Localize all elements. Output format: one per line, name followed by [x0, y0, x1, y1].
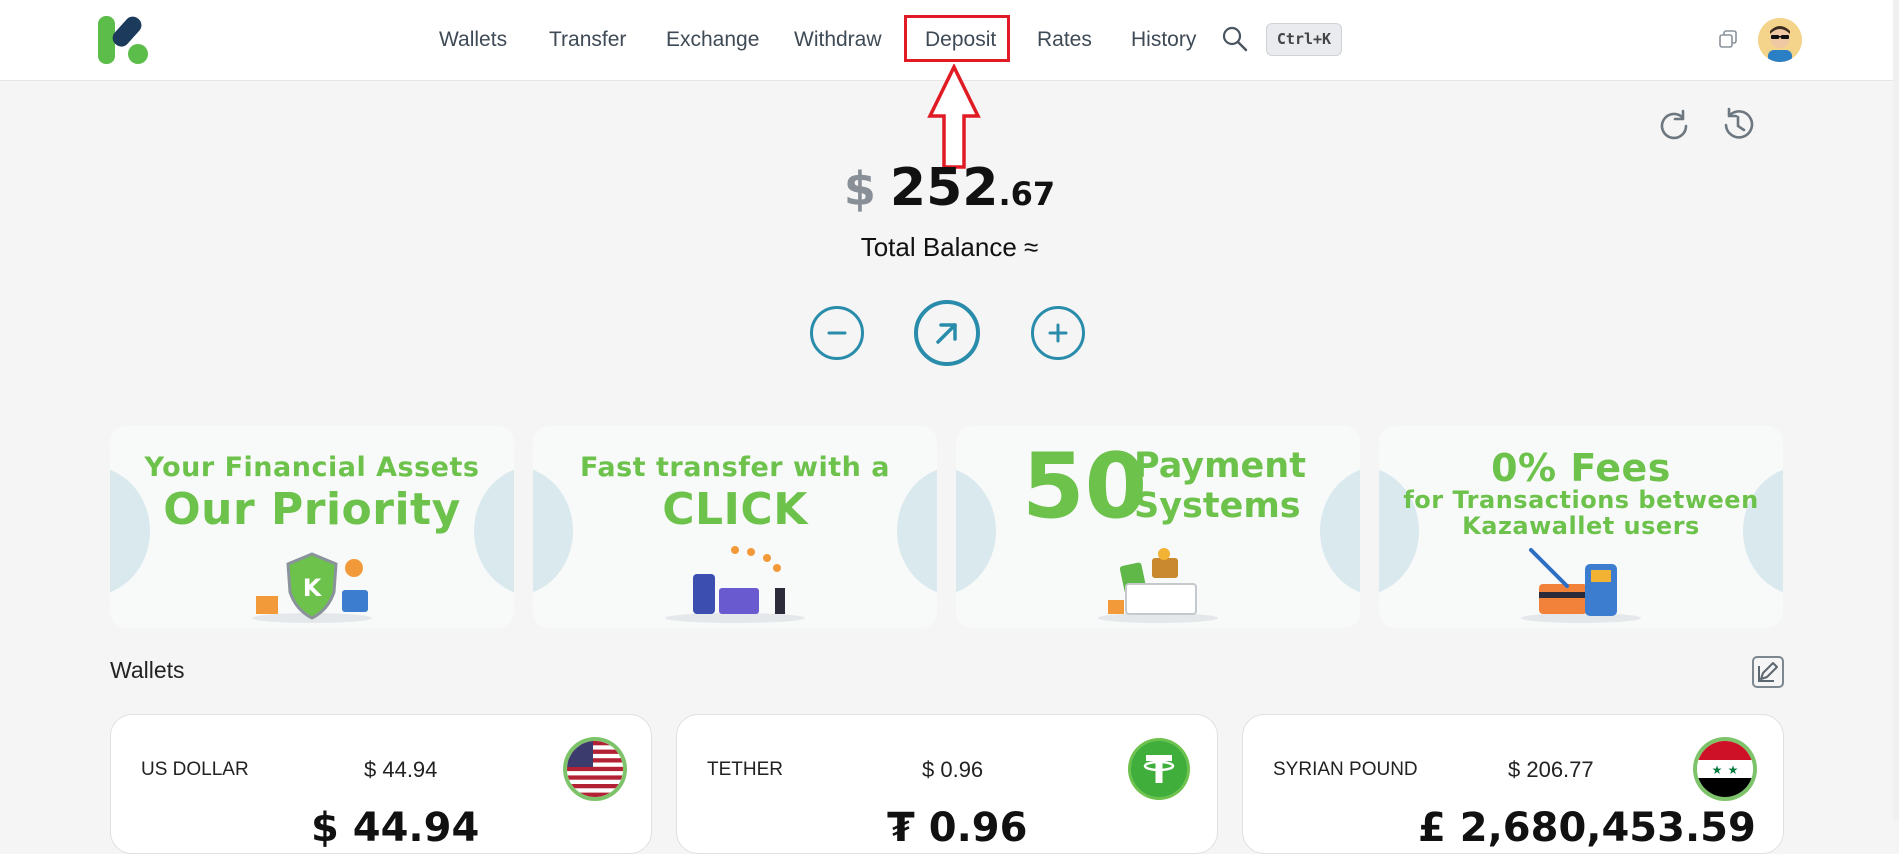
balance-currency-symbol: $ [843, 162, 876, 216]
edit-icon [1758, 662, 1778, 682]
banner-big-number: 50 [1022, 434, 1148, 539]
banner-subheading-2: Kazawallet users [1462, 512, 1700, 540]
transfer-illustration-icon [665, 546, 805, 623]
nav-withdraw[interactable]: Withdraw [794, 24, 882, 56]
refresh-icon[interactable] [1656, 108, 1692, 144]
deposit-round-button[interactable] [1031, 306, 1085, 360]
banner-heading: 0% Fees [1491, 446, 1671, 490]
banner-subheading: for Transactions between [1403, 486, 1759, 514]
wallet-amount: ₮ 0.96 [887, 805, 1028, 851]
svg-text:★: ★ [1712, 763, 1723, 777]
transfer-round-button[interactable] [914, 300, 980, 366]
shield-illustration-icon: K [252, 552, 372, 623]
wallets-section-title: Wallets [110, 657, 185, 683]
plus-icon [1048, 323, 1068, 343]
history-icon[interactable] [1719, 106, 1757, 144]
wallet-card-tether[interactable]: TETHER $ 0.96 ₮ 0.96 [676, 714, 1218, 854]
page-scrollbar[interactable] [1893, 0, 1899, 820]
svg-text:K: K [303, 574, 323, 602]
balance-integer: 252 [889, 158, 999, 218]
nav-wallets[interactable]: Wallets [439, 24, 507, 56]
nav-exchange[interactable]: Exchange [666, 24, 759, 56]
total-balance-label: Total Balance ≈ [860, 232, 1039, 262]
search-shortcut-badge[interactable]: Ctrl+K [1266, 23, 1342, 56]
search-icon[interactable] [1221, 25, 1249, 53]
card-terminal-illustration-icon [1521, 548, 1641, 623]
wallet-card-syrian-pound[interactable]: SYRIAN POUND $ 206.77 ★ ★ £ 2,680,453.59 [1242, 714, 1784, 854]
edit-wallets-button[interactable] [1752, 656, 1784, 688]
nav-rates[interactable]: Rates [1037, 24, 1092, 56]
red-arrow-annotation [927, 64, 981, 169]
nav-history[interactable]: History [1131, 24, 1196, 56]
withdraw-round-button[interactable] [810, 306, 864, 360]
nav-transfer[interactable]: Transfer [549, 24, 626, 56]
balance-decimal: .67 [998, 175, 1056, 213]
banner-decor-circle [1320, 466, 1360, 596]
banner-subheading: CLICK [662, 484, 808, 535]
wallet-name: TETHER [707, 759, 783, 780]
tether-icon [1131, 741, 1187, 797]
us-flag-icon [567, 741, 623, 797]
wallet-name: US DOLLAR [141, 759, 249, 780]
wallet-usd-value: $ 44.94 [364, 757, 438, 782]
promo-banner-assets[interactable]: Your Financial Assets Our Priority K [110, 426, 514, 628]
payment-illustration-icon [1098, 548, 1218, 623]
promo-banner-fast-transfer[interactable]: Fast transfer with a CLICK [533, 426, 937, 628]
minus-icon [827, 331, 847, 335]
user-avatar[interactable] [1758, 18, 1802, 62]
banner-heading: Fast transfer with a [580, 452, 890, 483]
banner-heading: Your Financial Assets [144, 452, 480, 483]
arrow-up-right-icon [936, 323, 957, 344]
wallet-name: SYRIAN POUND [1273, 759, 1418, 780]
banner-heading: Payment [1134, 446, 1306, 486]
wallet-amount: £ 2,680,453.59 [1418, 805, 1756, 851]
banner-subheading: Systems [1134, 486, 1301, 526]
kazawallet-logo[interactable] [96, 12, 152, 68]
wallet-amount: $ 44.94 [311, 805, 480, 851]
promo-banner-zero-fees[interactable]: 0% Fees for Transactions between Kazawal… [1379, 426, 1783, 628]
svg-text:★: ★ [1728, 763, 1739, 777]
banner-decor-circle [956, 466, 996, 596]
promo-banner-payment-systems[interactable]: 50 Payment Systems [956, 426, 1360, 628]
wallet-usd-value: $ 0.96 [922, 757, 984, 782]
deposit-highlight-box [904, 15, 1010, 62]
wallet-card-usd[interactable]: US DOLLAR $ 44.94 $ 44.94 [110, 714, 652, 854]
wallet-usd-value: $ 206.77 [1508, 757, 1594, 782]
avatar-illustration-icon [1758, 18, 1802, 62]
syria-flag-icon: ★ ★ [1697, 741, 1753, 797]
banner-subheading: Our Priority [163, 484, 461, 535]
total-balance-amount: $252.67 [0, 158, 1899, 218]
copy-icon[interactable] [1718, 29, 1738, 49]
